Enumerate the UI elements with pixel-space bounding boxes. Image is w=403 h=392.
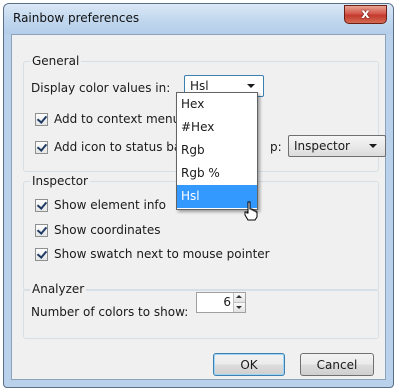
dropdown-option-rgb[interactable]: Rgb bbox=[177, 139, 257, 162]
status-bar-suffix-text: p: bbox=[270, 140, 282, 154]
swatch-checkbox-row[interactable]: Show swatch next to mouse pointer bbox=[35, 246, 270, 262]
inspector-legend: Inspector bbox=[30, 174, 90, 188]
display-color-label: Display color values in: bbox=[31, 79, 170, 97]
status-bar-select-value: Inspector bbox=[294, 139, 350, 153]
display-color-label-text: Display color values in: bbox=[31, 81, 171, 95]
chevron-down-icon bbox=[247, 84, 255, 88]
context-menu-checkbox-row[interactable]: Add to context menu bbox=[35, 111, 180, 127]
colors-count-label-text: Number of colors to show: bbox=[31, 305, 189, 319]
status-bar-label: Add icon to status bar bbox=[54, 140, 187, 154]
swatch-label: Show swatch next to mouse pointer bbox=[54, 247, 270, 261]
hand-pointer-icon bbox=[244, 201, 258, 221]
status-bar-select[interactable]: Inspector bbox=[288, 135, 386, 157]
swatch-checkbox[interactable] bbox=[35, 247, 48, 261]
context-menu-checkbox[interactable] bbox=[35, 112, 48, 126]
spinner-buttons bbox=[233, 293, 245, 312]
color-format-dropdown-list: Hex #Hex Rgb Rgb % Hsl bbox=[176, 92, 258, 210]
colors-count-value: 6 bbox=[223, 295, 231, 309]
context-menu-label: Add to context menu bbox=[54, 112, 181, 126]
status-bar-checkbox[interactable] bbox=[35, 140, 48, 154]
ok-button-label: OK bbox=[240, 357, 258, 372]
colors-count-spinner[interactable]: 6 bbox=[196, 292, 246, 313]
status-bar-suffix: p: bbox=[270, 139, 282, 155]
close-button[interactable]: x bbox=[344, 5, 387, 24]
colors-count-label: Number of colors to show: bbox=[31, 304, 188, 320]
element-info-checkbox-row[interactable]: Show element info bbox=[35, 197, 166, 213]
element-info-label: Show element info bbox=[54, 198, 166, 212]
dropdown-option-hex[interactable]: Hex bbox=[177, 93, 257, 116]
ok-button[interactable]: OK bbox=[213, 353, 285, 376]
coordinates-checkbox-row[interactable]: Show coordinates bbox=[35, 222, 160, 238]
coordinates-label: Show coordinates bbox=[54, 223, 161, 237]
dropdown-option-hash-hex[interactable]: #Hex bbox=[177, 116, 257, 139]
close-icon: x bbox=[361, 7, 370, 22]
general-legend: General bbox=[30, 54, 82, 68]
color-format-value: Hsl bbox=[190, 79, 209, 93]
element-info-checkbox[interactable] bbox=[35, 198, 48, 212]
cancel-button-label: Cancel bbox=[316, 357, 358, 372]
status-bar-checkbox-row[interactable]: Add icon to status bar bbox=[35, 139, 186, 155]
analyzer-legend: Analyzer bbox=[30, 282, 87, 296]
chevron-down-icon bbox=[369, 144, 377, 148]
cancel-button[interactable]: Cancel bbox=[300, 353, 374, 376]
dropdown-option-rgb-percent[interactable]: Rgb % bbox=[177, 162, 257, 185]
window-title: Rainbow preferences bbox=[13, 11, 140, 25]
spinner-down-button[interactable] bbox=[234, 303, 245, 312]
spinner-up-button[interactable] bbox=[234, 293, 245, 303]
title-bar[interactable]: Rainbow preferences x bbox=[4, 4, 393, 34]
coordinates-checkbox[interactable] bbox=[35, 223, 48, 237]
